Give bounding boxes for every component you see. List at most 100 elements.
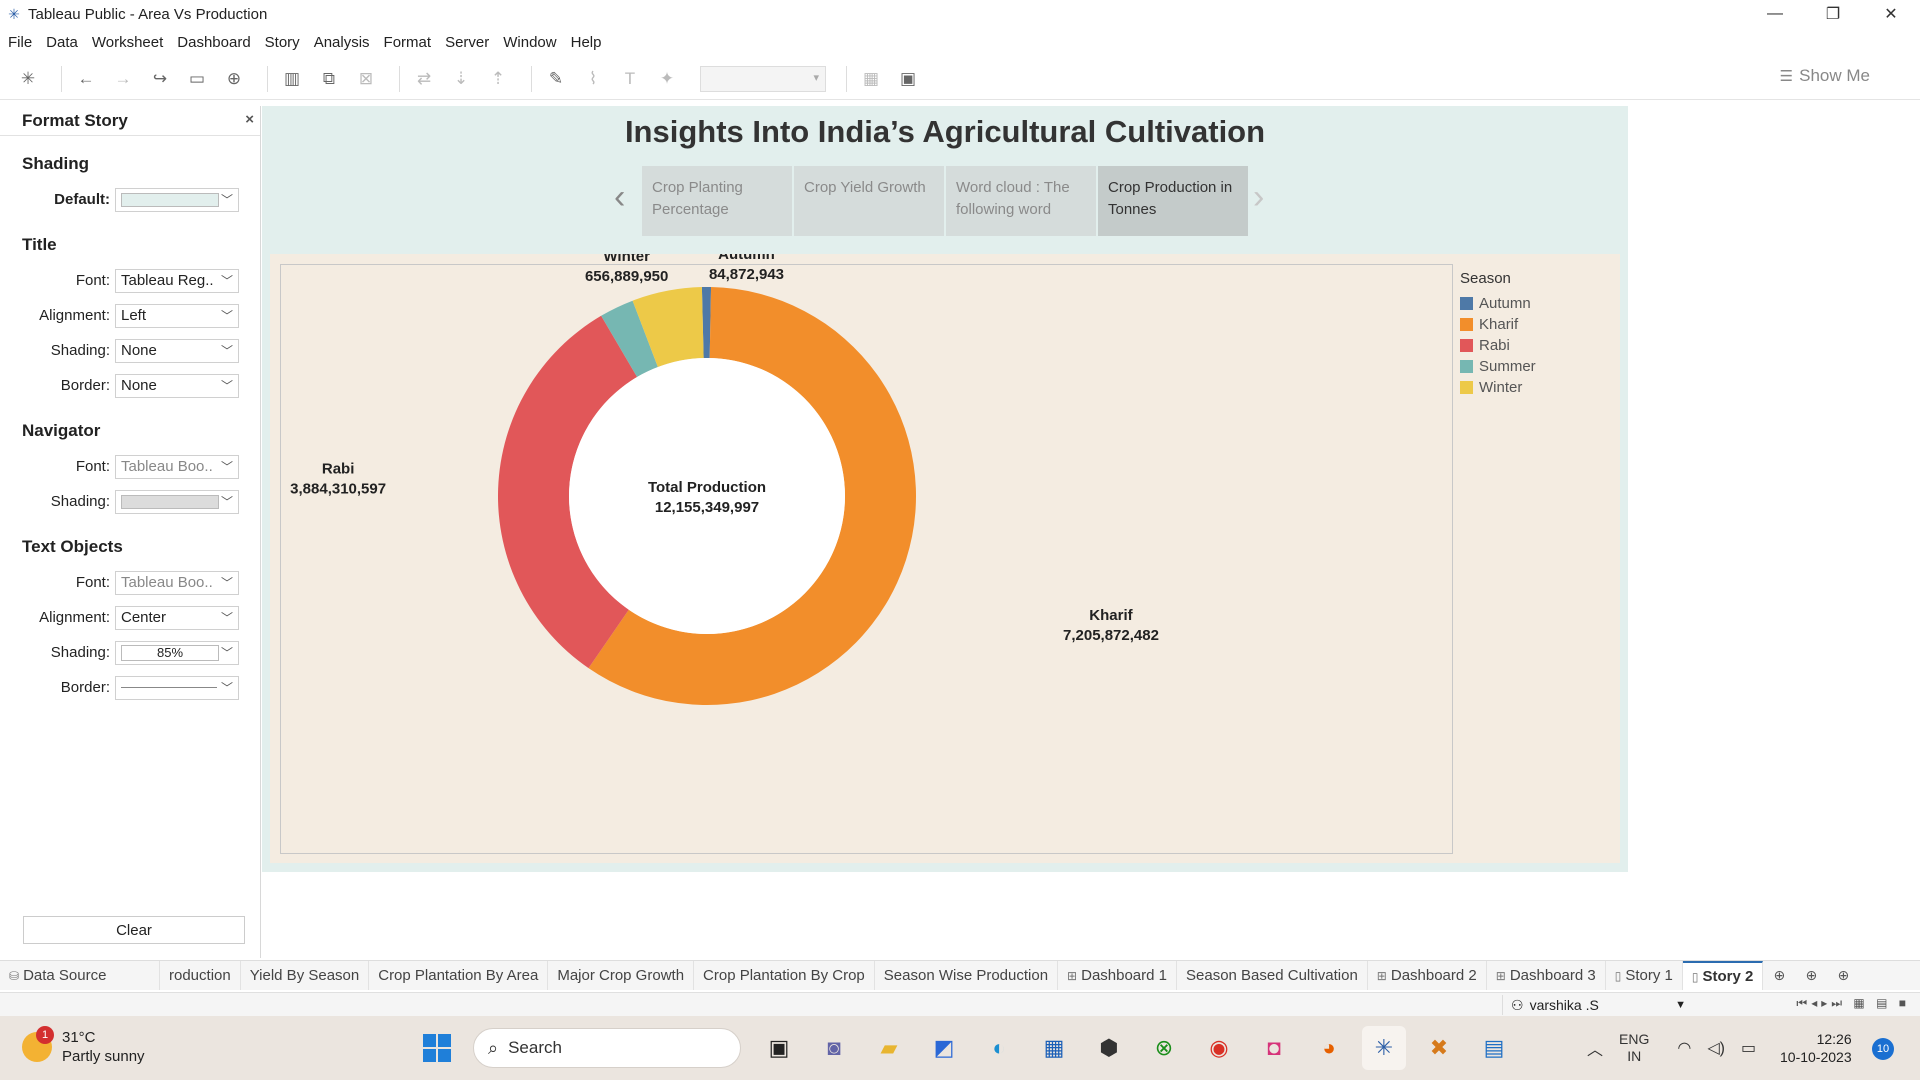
new-worksheet-icon[interactable]: ▥ <box>278 65 306 93</box>
label-icon[interactable]: T <box>616 65 644 93</box>
title-shading-label: Shading: <box>50 342 110 359</box>
replay-icon[interactable]: ↪ <box>146 65 174 93</box>
new-worksheet-icon[interactable]: ⊕ <box>1763 961 1795 990</box>
menu-story[interactable]: Story <box>265 34 300 51</box>
navigator-shading-picker[interactable]: ﹀ <box>115 489 239 514</box>
show-me-button[interactable]: ☰ Show Me <box>1780 66 1870 86</box>
xbox-icon[interactable]: ⊗ <box>1142 1026 1186 1070</box>
sheet-tab[interactable]: ⛁ Data Source <box>0 961 160 990</box>
chrome-browser-icon[interactable]: ◉ <box>1197 1026 1241 1070</box>
language-indicator[interactable]: ENG IN <box>1619 1031 1649 1065</box>
chevron-left-icon[interactable]: ‹ <box>614 180 625 214</box>
legend-item-autumn[interactable]: Autumn <box>1460 293 1536 314</box>
sheet-tab[interactable]: ⊞ Dashboard 1 <box>1058 961 1178 990</box>
story-point-4[interactable]: Crop Production in Tonnes <box>1098 166 1248 236</box>
sheet-tab[interactable]: Major Crop Growth <box>548 961 695 990</box>
notepad-icon[interactable]: ▤ <box>1472 1026 1516 1070</box>
battery-icon[interactable]: ▭ <box>1741 1038 1756 1058</box>
sheet-tab[interactable]: ⊞ Dashboard 2 <box>1368 961 1487 990</box>
new-data-source-icon[interactable]: ⊕ <box>220 65 248 93</box>
title-shading-dropdown[interactable]: None ﹀ <box>115 338 239 363</box>
sheet-navigation-icon[interactable]: ⏮◂▸⏭ ▦ ▤ ■ <box>1796 996 1910 1011</box>
sheet-tab[interactable]: ⊞ Dashboard 3 <box>1487 961 1606 990</box>
new-dashboard-icon[interactable]: ⊕ <box>1795 961 1827 990</box>
sheet-tab[interactable]: Season Wise Production <box>875 961 1059 990</box>
title-font-dropdown[interactable]: Tableau Reg.. ﹀ <box>115 268 239 293</box>
show-cards-icon[interactable]: ▦ <box>857 65 885 93</box>
save-icon[interactable]: ▭ <box>183 65 211 93</box>
sort-ascending-icon[interactable]: ⇣ <box>447 65 475 93</box>
text-objects-alignment-dropdown[interactable]: Center ﹀ <box>115 605 239 630</box>
menu-help[interactable]: Help <box>571 34 602 51</box>
highlight-icon[interactable]: ✎ <box>542 65 570 93</box>
pin-icon[interactable]: ✦ <box>653 65 681 93</box>
presentation-mode-icon[interactable]: ▣ <box>894 65 922 93</box>
legend-item-summer[interactable]: Summer <box>1460 356 1536 377</box>
instagram-icon[interactable]: ◘ <box>1252 1026 1296 1070</box>
system-clock[interactable]: 12:26 10-10-2023 <box>1780 1030 1852 1066</box>
chevron-up-icon[interactable]: ︿ <box>1587 1036 1603 1060</box>
sheet-tab[interactable]: ▯ Story 2 <box>1682 961 1764 990</box>
default-shading-picker[interactable]: ﹀ <box>115 187 239 212</box>
menu-worksheet[interactable]: Worksheet <box>92 34 163 51</box>
windows-start-icon[interactable] <box>415 1026 459 1070</box>
menu-file[interactable]: File <box>8 34 32 51</box>
redo-icon[interactable]: → <box>109 65 137 93</box>
new-story-icon[interactable]: ⊕ <box>1827 961 1859 990</box>
menu-data[interactable]: Data <box>46 34 78 51</box>
tableau-logo-icon[interactable]: ✳ <box>14 65 42 93</box>
story-point-2[interactable]: Crop Yield Growth <box>794 166 944 236</box>
restore-icon[interactable]: ❐ <box>1804 0 1862 28</box>
legend-item-kharif[interactable]: Kharif <box>1460 314 1536 335</box>
navigator-font-dropdown[interactable]: Tableau Boo.. ﹀ <box>115 454 239 479</box>
sheet-tab[interactable]: ▯ Story 1 <box>1606 961 1683 990</box>
user-account-dropdown[interactable]: ⚇ varshika .S ▼ <box>1502 995 1694 1015</box>
close-icon[interactable]: × <box>245 111 254 128</box>
volume-icon[interactable]: ◁) <box>1707 1038 1725 1058</box>
minimize-icon[interactable]: — <box>1746 0 1804 28</box>
firefox-browser-icon[interactable]: ◕ <box>1307 1026 1351 1070</box>
text-objects-border-dropdown[interactable]: ﹀ <box>115 675 239 700</box>
menu-window[interactable]: Window <box>503 34 556 51</box>
menu-dashboard[interactable]: Dashboard <box>177 34 250 51</box>
swap-icon[interactable]: ⇄ <box>410 65 438 93</box>
microsoft-store-icon[interactable]: ▦ <box>1032 1026 1076 1070</box>
chevron-right-icon[interactable]: › <box>1253 180 1264 214</box>
menu-server[interactable]: Server <box>445 34 489 51</box>
sheet-tab[interactable]: Season Based Cultivation <box>1177 961 1368 990</box>
unity-icon[interactable]: ⬢ <box>1087 1026 1131 1070</box>
sort-descending-icon[interactable]: ⇡ <box>484 65 512 93</box>
weather-widget[interactable]: 1 31°C Partly sunny <box>22 1026 145 1066</box>
close-icon[interactable]: ✕ <box>1862 0 1920 28</box>
file-explorer-icon[interactable]: ▰ <box>867 1026 911 1070</box>
title-alignment-dropdown[interactable]: Left ﹀ <box>115 303 239 328</box>
paint-app-icon[interactable]: ✖ <box>1417 1026 1461 1070</box>
tableau-taskbar-icon[interactable]: ✳ <box>1362 1026 1406 1070</box>
text-objects-font-dropdown[interactable]: Tableau Boo.. ﹀ <box>115 570 239 595</box>
wifi-icon[interactable]: ◠ <box>1677 1038 1691 1058</box>
sheet-tab[interactable]: Yield By Season <box>241 961 370 990</box>
title-border-dropdown[interactable]: None ﹀ <box>115 373 239 398</box>
taskbar-search-box[interactable]: ⌕ Search <box>473 1028 741 1068</box>
menu-format[interactable]: Format <box>384 34 432 51</box>
story-point-3[interactable]: Word cloud : The following word <box>946 166 1096 236</box>
visual-studio-icon[interactable]: ◩ <box>922 1026 966 1070</box>
edge-browser-icon[interactable]: ◐ <box>977 1026 1021 1070</box>
legend-item-winter[interactable]: Winter <box>1460 377 1536 398</box>
story-point-1[interactable]: Crop Planting Percentage <box>642 166 792 236</box>
task-view-icon[interactable]: ▣ <box>757 1026 801 1070</box>
duplicate-icon[interactable]: ⧉ <box>315 65 343 93</box>
legend-item-rabi[interactable]: Rabi <box>1460 335 1536 356</box>
sheet-tab[interactable]: roduction <box>160 961 241 990</box>
fit-dropdown[interactable] <box>700 65 826 92</box>
undo-icon[interactable]: ← <box>72 65 100 93</box>
sheet-tab[interactable]: Crop Plantation By Area <box>369 961 549 990</box>
sheet-tab[interactable]: Crop Plantation By Crop <box>694 961 875 990</box>
clear-sheet-icon[interactable]: ⊠ <box>352 65 380 93</box>
group-icon[interactable]: ⌇ <box>579 65 607 93</box>
teams-chat-icon[interactable]: ◙ <box>812 1026 856 1070</box>
text-objects-shading-picker[interactable]: 85% ﹀ <box>115 640 239 665</box>
notification-badge[interactable]: 10 <box>1872 1038 1894 1060</box>
clear-button[interactable]: Clear <box>23 916 245 944</box>
menu-analysis[interactable]: Analysis <box>314 34 370 51</box>
